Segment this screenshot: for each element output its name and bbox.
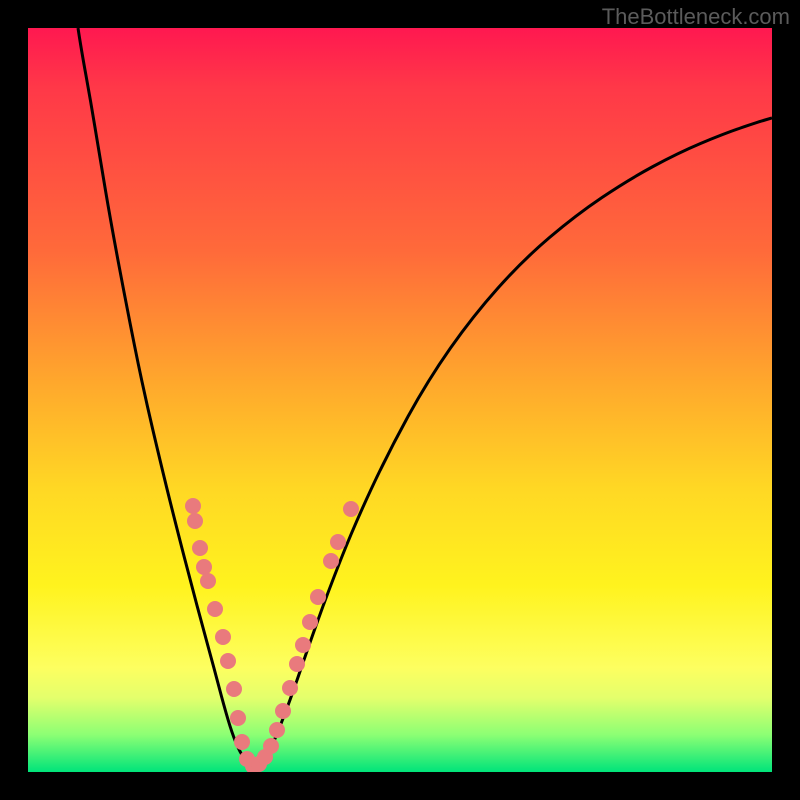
data-point — [207, 601, 223, 617]
data-point — [220, 653, 236, 669]
data-point — [226, 681, 242, 697]
data-point — [185, 498, 201, 514]
data-point — [310, 589, 326, 605]
data-point — [302, 614, 318, 630]
data-point — [275, 703, 291, 719]
chart-frame: TheBottleneck.com — [0, 0, 800, 800]
data-point — [282, 680, 298, 696]
data-point — [196, 559, 212, 575]
data-point — [234, 734, 250, 750]
data-point — [323, 553, 339, 569]
data-point — [330, 534, 346, 550]
data-point — [215, 629, 231, 645]
data-point — [230, 710, 246, 726]
highlighted-points — [185, 498, 359, 772]
plot-svg — [28, 28, 772, 772]
data-point — [295, 637, 311, 653]
watermark-text: TheBottleneck.com — [602, 4, 790, 30]
bottleneck-curve — [78, 28, 772, 765]
data-point — [269, 722, 285, 738]
data-point — [187, 513, 203, 529]
data-point — [200, 573, 216, 589]
plot-area — [28, 28, 772, 772]
data-point — [289, 656, 305, 672]
data-point — [192, 540, 208, 556]
data-point — [343, 501, 359, 517]
data-point — [263, 738, 279, 754]
